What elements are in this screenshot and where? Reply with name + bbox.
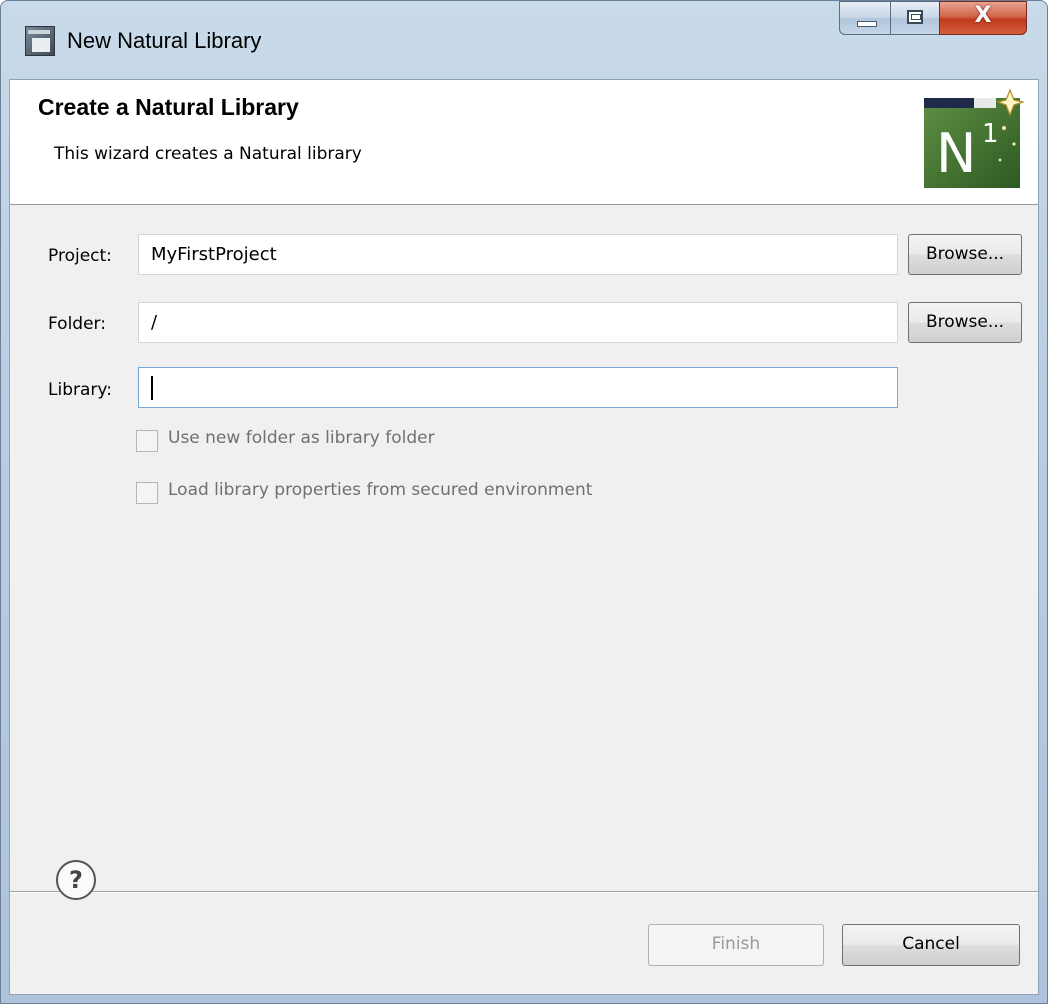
wizard-content: Create a Natural Library This wizard cre… xyxy=(9,79,1039,995)
minimize-button[interactable] xyxy=(839,1,891,35)
load-properties-label: Load library properties from secured env… xyxy=(168,480,593,500)
maximize-button[interactable] xyxy=(890,1,940,35)
natural-library-wizard-icon: N 1 xyxy=(924,88,1024,188)
browse-folder-button[interactable]: Browse... xyxy=(908,302,1022,343)
finish-button[interactable]: Finish xyxy=(648,924,824,966)
minimize-icon xyxy=(857,21,877,27)
close-icon: X xyxy=(974,3,992,28)
browse-project-button[interactable]: Browse... xyxy=(908,234,1022,275)
load-properties-checkbox[interactable] xyxy=(136,482,158,504)
page-description: This wizard creates a Natural library xyxy=(54,144,362,164)
footer-separator xyxy=(10,891,1038,893)
folder-label: Folder: xyxy=(48,314,106,334)
page-title: Create a Natural Library xyxy=(38,94,299,120)
app-window-icon xyxy=(25,26,55,56)
project-field[interactable]: MyFirstProject xyxy=(138,234,898,275)
use-new-folder-label: Use new folder as library folder xyxy=(168,428,435,448)
help-icon[interactable]: ? xyxy=(56,860,96,900)
library-label: Library: xyxy=(48,380,112,400)
window-title: New Natural Library xyxy=(67,28,262,53)
title-bar[interactable]: New Natural Library X xyxy=(1,1,1047,79)
wizard-icon-superscript: 1 xyxy=(982,119,999,149)
close-button[interactable]: X xyxy=(939,1,1027,35)
wizard-header: Create a Natural Library This wizard cre… xyxy=(10,80,1038,205)
maximize-icon xyxy=(907,10,923,24)
dialog-window: New Natural Library X Create a Natural L… xyxy=(0,0,1048,1004)
wizard-icon-letter: N xyxy=(936,122,976,185)
text-caret xyxy=(151,376,153,400)
folder-field[interactable]: / xyxy=(138,302,898,343)
use-new-folder-checkbox[interactable] xyxy=(136,430,158,452)
library-field[interactable] xyxy=(138,367,898,408)
cancel-button[interactable]: Cancel xyxy=(842,924,1020,966)
project-label: Project: xyxy=(48,246,112,266)
